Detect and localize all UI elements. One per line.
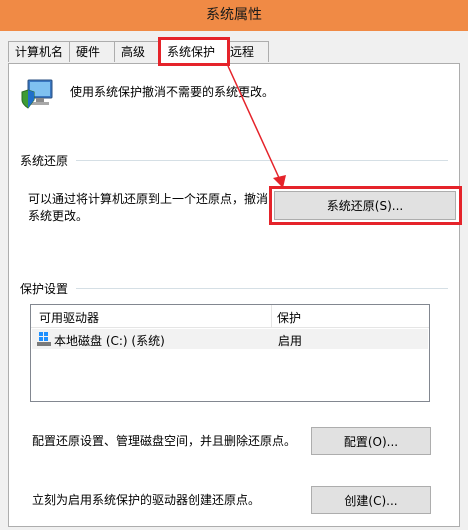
tab-computer-name[interactable]: 计算机名 (8, 41, 70, 62)
tab-advanced[interactable]: 高级 (114, 41, 160, 62)
title-bar: 系统属性 (0, 0, 468, 31)
configure-text: 配置还原设置、管理磁盘空间，并且删除还原点。 (32, 434, 297, 448)
system-restore-button[interactable]: 系统还原(S)... (274, 191, 456, 220)
tab-label: 计算机名 (15, 45, 64, 59)
create-text: 立刻为启用系统保护的驱动器创建还原点。 (32, 493, 261, 507)
restore-group-title: 系统还原 (20, 154, 69, 168)
windows-drive-icon (37, 332, 51, 346)
tab-label: 远程 (230, 45, 255, 59)
intro-text: 使用系统保护撤消不需要的系统更改。 (70, 85, 275, 99)
tab-hardware[interactable]: 硬件 (69, 41, 115, 62)
protection-group-divider (76, 288, 448, 289)
window-title: 系统属性 (206, 7, 262, 23)
tab-label: 硬件 (76, 45, 101, 59)
create-button[interactable]: 创建(C)... (311, 486, 431, 514)
drives-listbox[interactable]: 可用驱动器 保护 本地磁盘 (C:) (系统) 启用 (30, 304, 430, 402)
column-header-drive[interactable]: 可用驱动器 (39, 309, 99, 326)
list-header: 可用驱动器 保护 (31, 305, 429, 328)
column-divider (271, 305, 272, 327)
tab-panel (8, 63, 460, 527)
restore-group-divider (76, 160, 448, 161)
tab-strip: 计算机名 硬件 高级 系统保护 远程 (8, 39, 460, 64)
configure-button[interactable]: 配置(O)... (311, 427, 431, 455)
column-header-protection[interactable]: 保护 (277, 309, 301, 326)
drive-name: 本地磁盘 (C:) (系统) (54, 334, 165, 348)
table-row[interactable]: 本地磁盘 (C:) (系统) 启用 (32, 329, 428, 349)
protection-group-title: 保护设置 (20, 282, 69, 296)
computer-shield-icon (21, 79, 53, 109)
tab-label: 系统保护 (167, 45, 216, 59)
tab-label: 高级 (121, 45, 146, 59)
tab-system-protection[interactable]: 系统保护 (160, 39, 228, 64)
tab-remote[interactable]: 远程 (227, 41, 269, 62)
restore-description-line: 系统更改。 (28, 209, 89, 223)
restore-description: 可以通过将计算机还原到上一个还原点，撤消 系统更改。 (28, 191, 268, 225)
restore-description-line: 可以通过将计算机还原到上一个还原点，撤消 (28, 192, 269, 206)
drive-protection-status: 启用 (278, 334, 303, 348)
